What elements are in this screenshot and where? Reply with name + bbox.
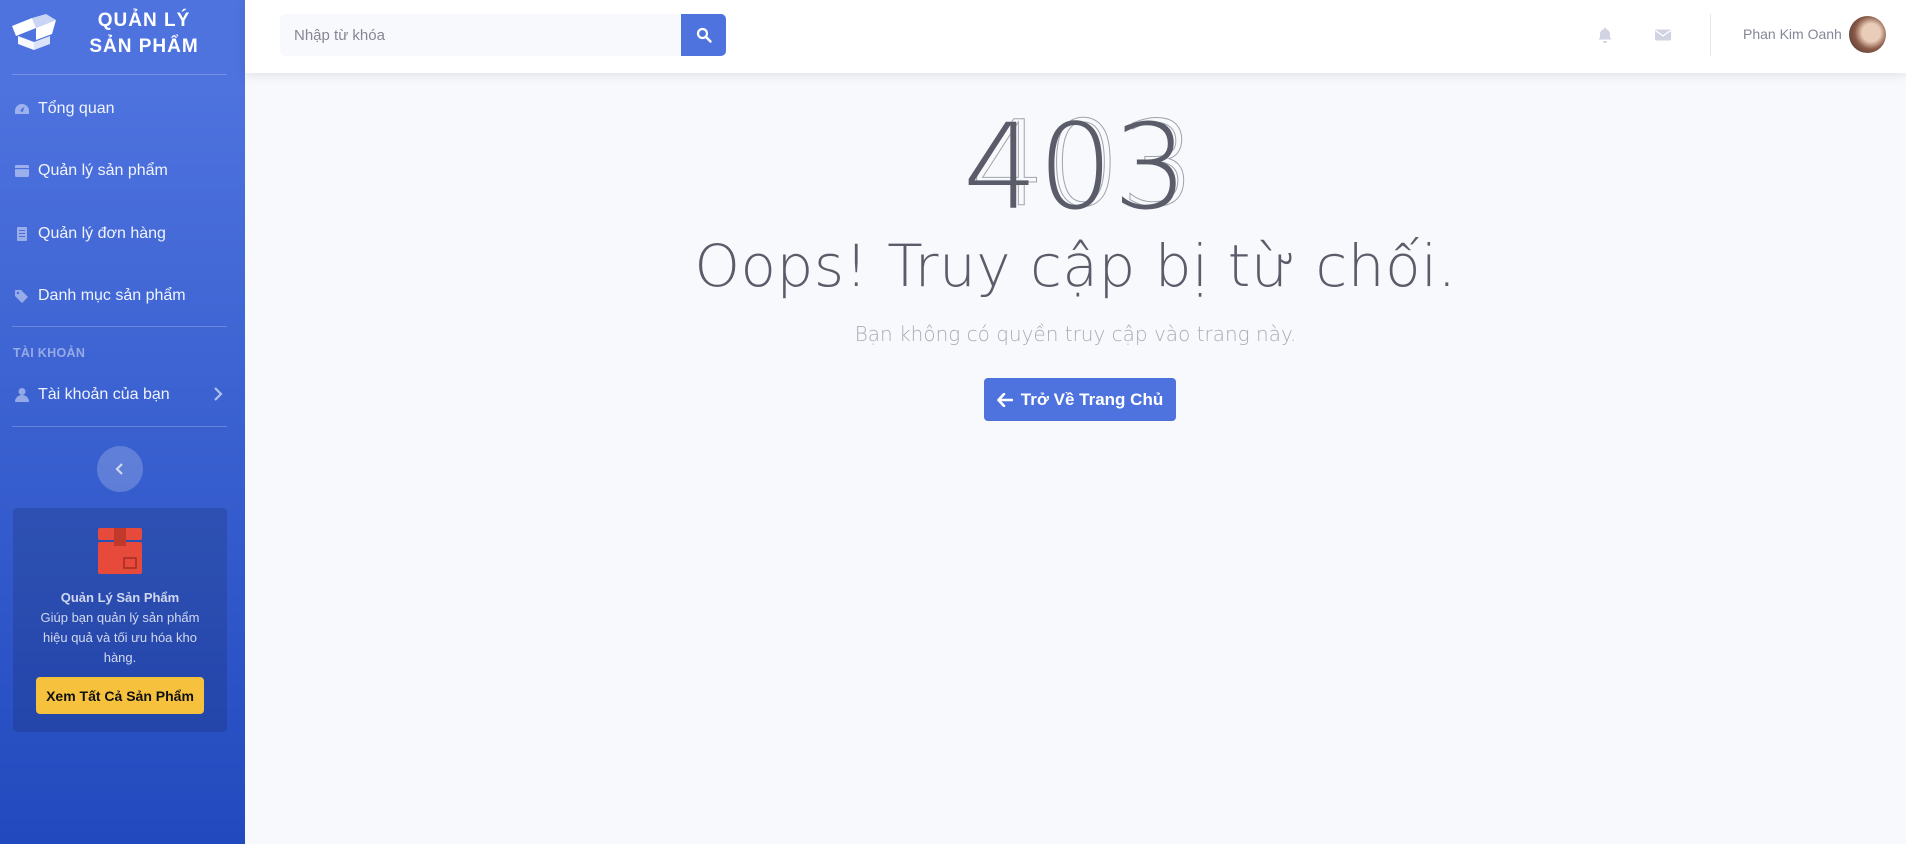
sidebar-item-account[interactable]: Tài khoản của bạn bbox=[0, 375, 245, 415]
box-gift-icon bbox=[98, 528, 142, 574]
sidebar-item-label: Danh mục sản phẩm bbox=[38, 287, 186, 304]
arrow-left-icon bbox=[996, 392, 1013, 407]
sidebar: QUẢN LÝ SẢN PHẨM Tổng quan Quản lý sản p… bbox=[0, 0, 245, 844]
box-icon bbox=[15, 165, 29, 177]
error-code: 403 bbox=[962, 98, 1189, 236]
sidebar-item-label: Tổng quan bbox=[38, 100, 115, 117]
brand-title: QUẢN LÝ SẢN PHẨM bbox=[74, 8, 214, 60]
sidebar-item-label: Tài khoản của bạn bbox=[38, 386, 170, 403]
promo-description: Giúp bạn quản lý sản phẩm hiệu quả và tố… bbox=[40, 610, 200, 665]
error-message: Bạn không có quyền truy cập vào trang nà… bbox=[854, 322, 1297, 346]
document-icon bbox=[17, 227, 27, 241]
sidebar-item-label: Quản lý đơn hàng bbox=[38, 225, 166, 242]
brand-line-1: QUẢN LÝ bbox=[97, 10, 191, 31]
sidebar-divider bbox=[12, 326, 227, 327]
sidebar-item-overview[interactable]: Tổng quan bbox=[0, 89, 245, 129]
chevron-left-icon bbox=[115, 463, 123, 475]
main-content: 403 403 Oops! Truy cập bị từ chối. Bạn k… bbox=[245, 0, 1906, 844]
sidebar-item-products[interactable]: Quản lý sản phẩm bbox=[0, 151, 245, 191]
sidebar-item-orders[interactable]: Quản lý đơn hàng bbox=[0, 214, 245, 254]
error-title: Oops! Truy cập bị từ chối. bbox=[694, 232, 1457, 300]
brand-line-2: SẢN PHẨM bbox=[89, 36, 199, 57]
view-all-products-button[interactable]: Xem Tất Cả Sản Phẩm bbox=[36, 677, 204, 714]
tags-icon bbox=[15, 290, 28, 303]
tachometer-icon bbox=[15, 104, 29, 114]
sidebar-divider bbox=[12, 426, 227, 427]
sidebar-brand[interactable]: QUẢN LÝ SẢN PHẨM bbox=[0, 0, 245, 72]
back-to-home-button[interactable]: Trở Về Trang Chủ bbox=[984, 378, 1176, 421]
sidebar-item-label: Quản lý sản phẩm bbox=[38, 162, 168, 179]
chevron-right-icon bbox=[214, 387, 223, 401]
sidebar-item-categories[interactable]: Danh mục sản phẩm bbox=[0, 276, 245, 316]
open-box-logo-icon bbox=[12, 14, 56, 50]
back-to-home-label: Trở Về Trang Chủ bbox=[1020, 389, 1164, 409]
promo-card: Quản Lý Sản Phẩm Giúp bạn quản lý sản ph… bbox=[13, 508, 227, 732]
sidebar-toggle-button[interactable] bbox=[97, 446, 143, 492]
sidebar-divider bbox=[12, 74, 227, 75]
user-icon bbox=[15, 388, 29, 402]
sidebar-heading-account: TÀI KHOẢN bbox=[13, 346, 86, 360]
promo-title: Quản Lý Sản Phẩm bbox=[60, 590, 180, 605]
